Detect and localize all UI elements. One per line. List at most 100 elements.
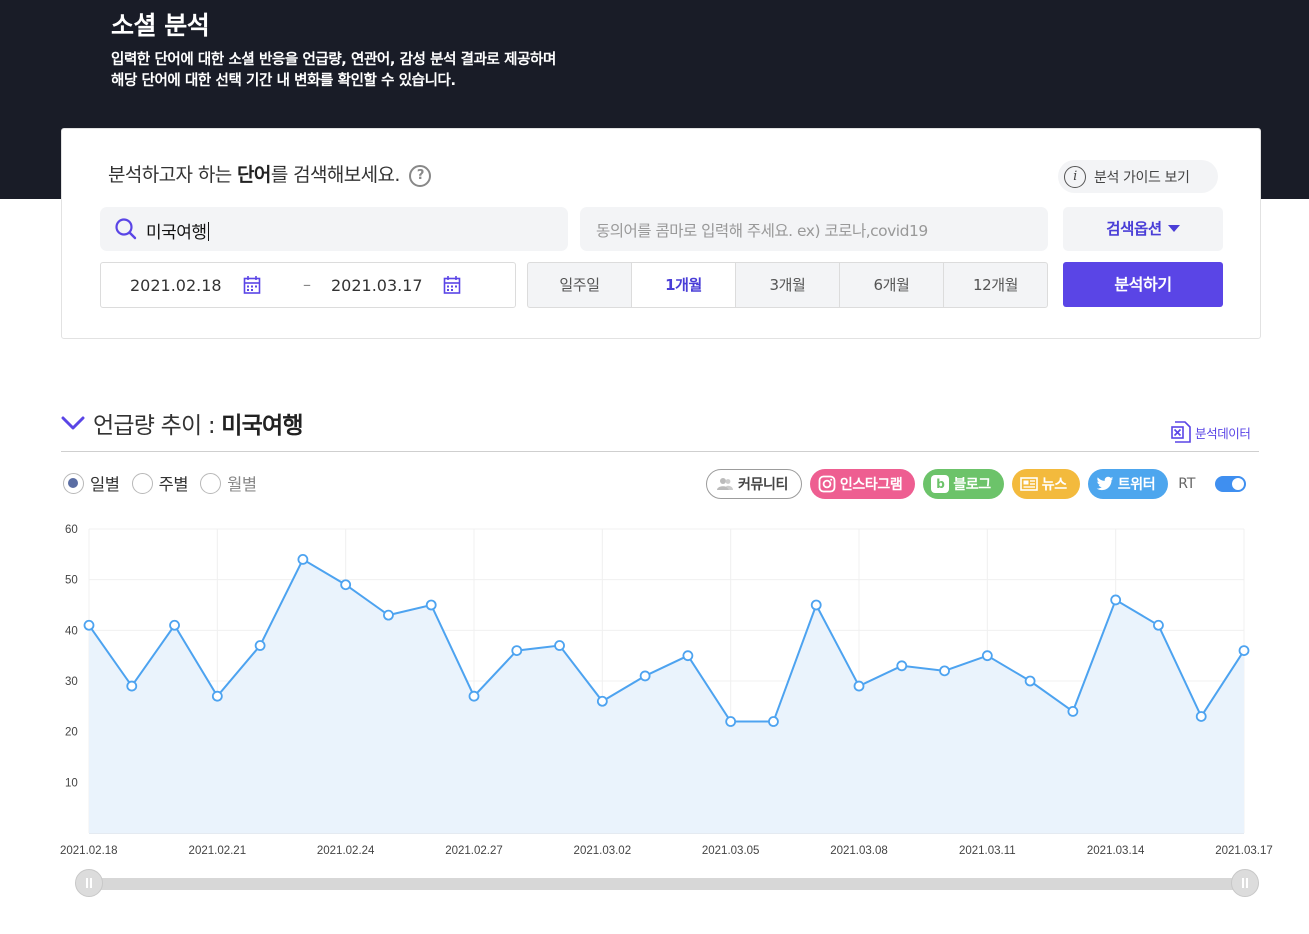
newspaper-icon — [1019, 475, 1038, 493]
range-slider-end-handle[interactable] — [1231, 869, 1259, 897]
people-icon — [716, 475, 734, 493]
x-tick-label: 2021.02.27 — [445, 845, 503, 857]
x-tick-label: 2021.03.14 — [1087, 845, 1145, 857]
date-range-picker: 2021.02.18 – 2021.03.17 — [100, 262, 516, 308]
x-tick-label: 2021.03.17 — [1215, 845, 1273, 857]
retweet-label: RT — [1178, 476, 1196, 492]
data-point — [297, 554, 309, 565]
y-tick-label: 20 — [65, 727, 78, 739]
range-slider-start-handle[interactable] — [75, 869, 103, 897]
x-tick-label: 2021.02.21 — [189, 845, 247, 857]
y-tick-label: 60 — [65, 524, 78, 536]
excel-file-icon — [1171, 421, 1191, 443]
search-panel: 분석하고자 하는 단어를 검색해보세요. ? i 분석 가이드 보기 미국여행 … — [61, 128, 1261, 339]
search-icon — [115, 218, 137, 240]
analyze-button[interactable]: 분석하기 — [1063, 262, 1223, 307]
radio-monthly[interactable]: 월별 — [200, 471, 257, 495]
channel-instagram-chip[interactable]: 인스타그램 — [809, 469, 916, 499]
range-slider-track[interactable] — [88, 878, 1246, 890]
x-tick-label: 2021.03.05 — [702, 845, 760, 857]
data-point — [254, 640, 266, 651]
y-tick-label: 30 — [65, 676, 78, 688]
data-point — [853, 680, 865, 692]
mention-trend-chart: 10 20 30 40 50 60 2021.02.18 2021.02.21 2021.02.… — [0, 515, 1309, 860]
data-point — [169, 619, 180, 631]
channel-twitter-chip[interactable]: 트위터 — [1087, 469, 1169, 499]
data-point — [1153, 619, 1164, 631]
data-point — [596, 695, 608, 707]
data-point — [425, 599, 437, 611]
instagram-icon — [818, 475, 836, 493]
channel-community-chip[interactable]: 커뮤니티 — [706, 469, 802, 499]
x-tick-label: 2021.02.18 — [60, 845, 118, 857]
chart-svg: 10 20 30 40 50 60 2021.02.18 2021.02.21 2021.02.… — [60, 524, 1273, 857]
y-tick-label: 10 — [65, 777, 78, 789]
page-description: 입력한 단어에 대한 소셜 반응을 언급량, 연관어, 감성 분석 결과로 제공… — [111, 50, 556, 92]
data-point — [896, 660, 908, 672]
trend-section-header: 언급량 추이 : 미국여행 분석데이터 — [61, 404, 1259, 452]
interval-radio-group: 일별 주별 월별 — [63, 471, 257, 495]
radio-button[interactable] — [63, 472, 84, 494]
radio-weekly[interactable]: 주별 — [131, 471, 189, 495]
twitter-icon — [1096, 475, 1114, 493]
data-point — [554, 640, 565, 651]
calendar-icon[interactable] — [243, 275, 261, 295]
radio-daily[interactable]: 일별 — [63, 471, 120, 495]
end-date-field[interactable]: 2021.03.17 — [331, 276, 423, 295]
period-tab-1month[interactable]: 1개월 — [632, 263, 736, 307]
blog-icon: b — [931, 475, 950, 493]
description-line: 입력한 단어에 대한 소셜 반응을 언급량, 연관어, 감성 분석 결과로 제공… — [111, 52, 556, 68]
data-point — [511, 645, 523, 657]
channel-blog-chip[interactable]: b 블로그 — [923, 469, 1004, 499]
data-point — [1024, 675, 1036, 687]
period-tab-3months[interactable]: 3개월 — [736, 263, 840, 307]
search-options-button[interactable]: 검색옵션 — [1063, 207, 1223, 251]
analysis-guide-button[interactable]: i 분석 가이드 보기 — [1058, 160, 1218, 193]
data-point — [939, 665, 950, 677]
data-point — [340, 579, 352, 591]
x-tick-label: 2021.03.08 — [830, 845, 888, 857]
info-icon: i — [1064, 165, 1086, 188]
y-tick-label: 40 — [65, 625, 78, 637]
data-point — [1238, 645, 1250, 657]
data-point — [126, 680, 138, 692]
series-area — [89, 559, 1244, 833]
export-data-button[interactable]: 분석데이터 — [1171, 421, 1251, 443]
keyword-search-input[interactable]: 미국여행 — [100, 207, 568, 251]
chevron-down-icon[interactable] — [61, 414, 85, 432]
trend-title: 언급량 추이 : 미국여행 — [93, 413, 304, 439]
data-point — [211, 690, 223, 702]
synonym-input[interactable]: 동의어를 콤마로 입력해 주세요. ex) 코로나,covid19 — [580, 207, 1048, 251]
radio-button[interactable] — [200, 472, 222, 494]
data-point — [768, 716, 779, 727]
data-point — [1067, 705, 1079, 717]
data-point — [981, 650, 993, 662]
retweet-toggle[interactable] — [1215, 476, 1247, 492]
y-tick-label: 50 — [65, 575, 78, 587]
search-prompt: 분석하고자 하는 단어를 검색해보세요. ? — [108, 160, 432, 187]
page-title: 소셜 분석 — [111, 11, 210, 40]
data-point — [725, 716, 737, 727]
period-tab-6months[interactable]: 6개월 — [840, 263, 944, 307]
description-line: 해당 단어에 대한 선택 기간 내 변화를 확인할 수 있습니다. — [111, 73, 456, 89]
data-point — [83, 619, 95, 631]
caret-down-icon — [1167, 225, 1180, 232]
period-selector: 일주일 1개월 3개월 6개월 12개월 — [527, 262, 1048, 308]
data-point — [810, 599, 822, 611]
start-date-field[interactable]: 2021.02.18 — [130, 276, 222, 295]
data-point — [468, 690, 480, 702]
calendar-icon[interactable] — [443, 275, 461, 295]
keyword-value: 미국여행 — [146, 218, 209, 243]
data-point — [682, 650, 694, 662]
radio-button[interactable] — [131, 472, 153, 494]
data-point — [639, 670, 651, 682]
synonym-placeholder: 동의어를 콤마로 입력해 주세요. ex) 코로나,covid19 — [596, 222, 928, 240]
help-icon[interactable]: ? — [409, 165, 432, 187]
date-separator: – — [303, 275, 311, 294]
period-tab-12months[interactable]: 12개월 — [944, 263, 1047, 307]
x-tick-label: 2021.02.24 — [317, 845, 375, 857]
period-tab-1week[interactable]: 일주일 — [528, 263, 632, 307]
data-point — [383, 609, 394, 621]
channel-news-chip[interactable]: 뉴스 — [1011, 469, 1080, 499]
data-point — [1195, 711, 1207, 722]
